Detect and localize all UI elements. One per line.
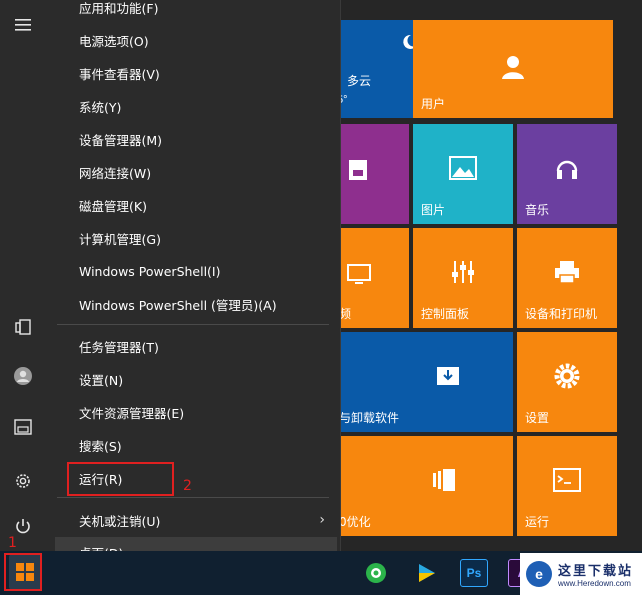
monitor-icon: [347, 264, 371, 284]
annotation-step-2: 2: [183, 478, 192, 494]
browser-360-icon[interactable]: [362, 559, 390, 587]
menu-item-powershell[interactable]: Windows PowerShell(I): [55, 256, 337, 286]
music-tile[interactable]: 音乐: [517, 124, 617, 224]
settings-gear-icon: [554, 363, 580, 389]
image-icon: [449, 156, 477, 180]
video-player-icon[interactable]: [412, 559, 440, 587]
settings-tile[interactable]: 设置: [517, 332, 617, 432]
menu-item-shutdown[interactable]: 关机或注销(U) ›: [55, 505, 337, 535]
uninstall-tile-label: 与卸载软件: [341, 411, 400, 425]
menu-item-event-viewer[interactable]: 事件查看器(V): [55, 58, 337, 88]
menu-item-search[interactable]: 搜索(S): [55, 430, 337, 460]
printer-icon: [555, 261, 579, 284]
partial-tile-1-label: 频: [341, 307, 352, 321]
partial-tile-1[interactable]: 频: [341, 228, 409, 328]
weather-temp: 5°: [341, 94, 348, 106]
menu-item-device-manager[interactable]: 设备管理器(M): [55, 124, 337, 154]
start-rail: [0, 0, 45, 595]
menu-item-disk-management[interactable]: 磁盘管理(K): [55, 190, 337, 220]
store-icon: [349, 160, 367, 180]
watermark-title: 这里下载站: [558, 564, 634, 579]
watermark: e 这里下载站 www.Heredown.com: [520, 553, 642, 595]
weather-condition: 多云: [347, 74, 372, 88]
tablet-icon[interactable]: [8, 312, 38, 342]
gear-icon[interactable]: [8, 466, 38, 496]
annotation-step-1: 1: [8, 535, 17, 551]
menu-item-shutdown-label: 关机或注销(U): [79, 513, 161, 529]
hamburger-icon[interactable]: [8, 10, 38, 40]
menu-item-computer-management[interactable]: 计算机管理(G): [55, 223, 337, 253]
user-tile-label: 用户: [421, 97, 446, 111]
control-panel-tile-label: 控制面板: [421, 307, 470, 321]
user-avatar-icon[interactable]: [8, 361, 38, 391]
optimize-tile[interactable]: 0优化: [341, 436, 513, 536]
settings-tile-label: 设置: [525, 411, 550, 425]
install-icon: [436, 367, 459, 385]
menu-item-power-options[interactable]: 电源选项(O): [55, 25, 337, 55]
user-tile[interactable]: 用户: [413, 20, 613, 118]
optimize-icon: [433, 469, 456, 491]
photoshop-icon[interactable]: Ps: [460, 559, 488, 587]
pictures-icon[interactable]: [8, 412, 38, 442]
menu-item-network-connections[interactable]: 网络连接(W): [55, 157, 337, 187]
menu-item-settings[interactable]: 设置(N): [55, 364, 337, 394]
devices-printers-tile-label: 设备和打印机: [525, 307, 598, 321]
run-tile-label: 运行: [525, 515, 550, 529]
run-tile[interactable]: 运行: [517, 436, 617, 536]
optimize-tile-label: 0优化: [341, 515, 371, 529]
menu-item-apps-features[interactable]: 应用和功能(F): [55, 0, 337, 22]
pictures-tile[interactable]: 图片: [413, 124, 513, 224]
run-icon: [553, 468, 581, 492]
headphones-icon: [556, 160, 578, 179]
menu-separator: [57, 497, 329, 498]
site-logo-icon: e: [526, 561, 552, 587]
pictures-tile-label: 图片: [421, 203, 446, 217]
start-highlight-box: [4, 553, 42, 591]
music-tile-label: 音乐: [525, 203, 550, 217]
run-highlight-box: [67, 462, 174, 496]
chevron-right-icon: ›: [319, 512, 325, 528]
menu-item-file-explorer[interactable]: 文件资源管理器(E): [55, 397, 337, 427]
watermark-url: www.Heredown.com: [558, 579, 631, 588]
devices-printers-tile[interactable]: 设备和打印机: [517, 228, 617, 328]
menu-item-powershell-admin[interactable]: Windows PowerShell (管理员)(A): [55, 289, 337, 319]
uninstall-tile[interactable]: 与卸载软件: [341, 332, 513, 432]
menu-item-system[interactable]: 系统(Y): [55, 91, 337, 121]
menu-item-task-manager[interactable]: 任务管理器(T): [55, 331, 337, 361]
user-icon: [502, 56, 524, 80]
sliders-icon: [452, 261, 474, 283]
menu-separator: [57, 324, 329, 325]
control-panel-tile[interactable]: 控制面板: [413, 228, 513, 328]
store-tile[interactable]: [341, 124, 409, 224]
